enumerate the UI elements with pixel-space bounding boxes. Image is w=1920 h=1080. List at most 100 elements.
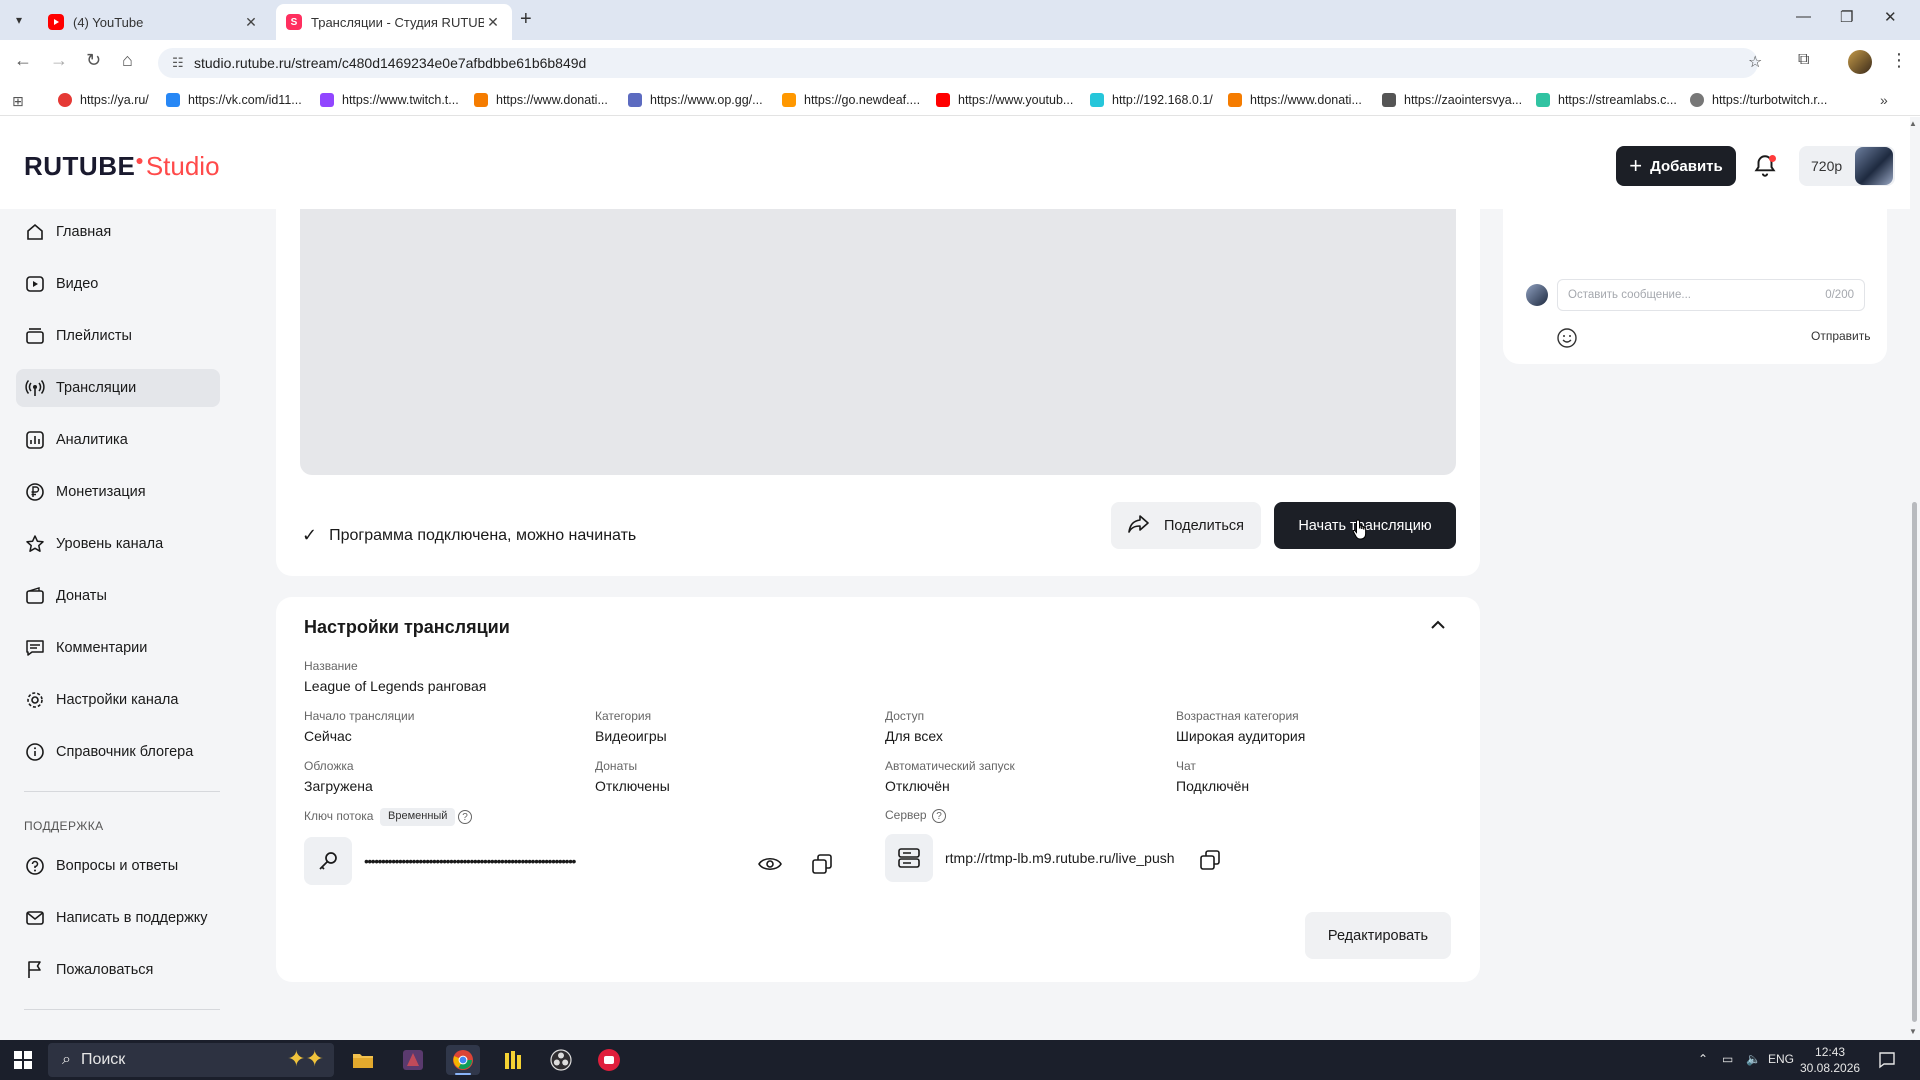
bookmarks-overflow-icon[interactable]: » <box>1880 92 1888 108</box>
bookmark-item[interactable]: https://streamlabs.c... <box>1536 93 1677 107</box>
quality-avatar-button[interactable]: 720p <box>1799 146 1895 186</box>
url-input[interactable]: ☷ studio.rutube.ru/stream/c480d1469234e0… <box>158 48 1758 78</box>
minimize-icon[interactable]: — <box>1796 8 1811 25</box>
sidebar-item-monetization[interactable]: Монетизация <box>16 473 220 511</box>
tab-title: (4) YouTube <box>73 14 144 30</box>
new-tab-button[interactable]: + <box>520 8 532 31</box>
restore-icon[interactable]: ❐ <box>1840 8 1853 26</box>
tab-search-chevron-icon[interactable]: ▾ <box>8 9 30 31</box>
bookmark-item[interactable]: https://www.op.gg/... <box>628 93 763 107</box>
apps-grid-icon[interactable]: ⊞ <box>12 93 24 110</box>
notification-center-icon[interactable] <box>1878 1051 1896 1074</box>
scroll-up-icon[interactable]: ▲ <box>1909 119 1917 128</box>
video-icon <box>24 273 46 295</box>
sidebar-item-report[interactable]: Пожаловаться <box>16 951 220 989</box>
help-icon[interactable]: ? <box>458 810 472 824</box>
bookmark-item[interactable]: http://192.168.0.1/ <box>1090 93 1213 107</box>
temporary-badge: Временный <box>380 808 456 826</box>
network-icon[interactable]: ▭ <box>1722 1052 1733 1066</box>
bookmark-item[interactable]: https://go.newdeaf.... <box>782 93 920 107</box>
sidebar-item-playlists[interactable]: Плейлисты <box>16 317 220 355</box>
obs-studio-icon[interactable] <box>544 1045 578 1075</box>
obs-bars-icon[interactable] <box>496 1045 530 1075</box>
sidebar-item-channel-level[interactable]: Уровень канала <box>16 525 220 563</box>
share-button[interactable]: Поделиться <box>1111 502 1261 549</box>
bookmark-favicon-icon <box>936 93 950 107</box>
sidebar-item-comments[interactable]: Комментарии <box>16 629 220 667</box>
copy-key-icon[interactable] <box>808 850 836 878</box>
rutube-studio-logo[interactable]: RUTUBE ● Studio <box>24 151 220 182</box>
scroll-down-icon[interactable]: ▼ <box>1909 1027 1917 1036</box>
site-settings-icon[interactable]: ☷ <box>172 55 184 71</box>
window-close-icon[interactable]: ✕ <box>1884 8 1897 26</box>
bookmark-item[interactable]: https://www.twitch.t... <box>320 93 459 107</box>
bookmarks-bar: ⊞ https://ya.ru/ https://vk.com/id11... … <box>0 86 1920 116</box>
scroll-thumb[interactable] <box>1912 502 1917 1022</box>
forward-icon[interactable]: → <box>50 50 68 71</box>
bookmark-favicon-icon <box>166 93 180 107</box>
chrome-icon[interactable] <box>446 1045 480 1075</box>
sidebar-item-home[interactable]: Главная <box>16 213 220 251</box>
tab-close-icon[interactable]: ✕ <box>484 14 502 31</box>
profile-avatar[interactable] <box>1848 50 1872 74</box>
bookmark-item[interactable]: https://zaointersvya... <box>1382 93 1522 107</box>
gear-icon <box>24 689 46 711</box>
language-indicator[interactable]: ENG <box>1768 1052 1794 1066</box>
copy-server-icon[interactable] <box>1196 846 1224 874</box>
url-text: studio.rutube.ru/stream/c480d1469234e0e7… <box>194 55 587 71</box>
red-app-icon[interactable] <box>592 1045 626 1075</box>
bookmark-item[interactable]: https://turbotwitch.r... <box>1690 93 1827 107</box>
sidebar-item-video[interactable]: Видео <box>16 265 220 303</box>
field-label-title: Название <box>304 659 358 673</box>
plus-icon: + <box>1629 153 1643 178</box>
sidebar-item-contact-support[interactable]: Написать в поддержку <box>16 899 220 937</box>
sidebar-item-broadcasts[interactable]: Трансляции <box>16 369 220 407</box>
add-button[interactable]: + Добавить <box>1616 146 1736 186</box>
back-icon[interactable]: ← <box>14 50 32 71</box>
taskbar-clock[interactable]: 12:43 30.08.2026 <box>1800 1044 1860 1076</box>
reload-icon[interactable]: ↻ <box>86 50 101 71</box>
chat-message-input[interactable]: Оставить сообщение... 0/200 <box>1557 279 1865 311</box>
field-value-title: League of Legends ранговая <box>304 678 487 694</box>
tab-youtube[interactable]: (4) YouTube ✕ <box>38 4 270 40</box>
bookmark-star-icon[interactable]: ☆ <box>1748 52 1762 72</box>
windows-start-icon[interactable] <box>14 1051 32 1074</box>
extensions-icon[interactable]: ⧉ <box>1798 51 1809 69</box>
ruble-icon <box>24 481 46 503</box>
sidebar-item-channel-settings[interactable]: Настройки канала <box>16 681 220 719</box>
bookmark-favicon-icon <box>1536 93 1550 107</box>
sidebar-item-blogger-guide[interactable]: Справочник блогера <box>16 733 220 771</box>
bookmark-item[interactable]: https://ya.ru/ <box>58 93 149 107</box>
tray-overflow-icon[interactable]: ⌃ <box>1698 1052 1708 1066</box>
settings-title: Настройки трансляции <box>304 617 510 637</box>
sidebar-item-donations[interactable]: Донаты <box>16 577 220 615</box>
collapse-chevron-icon[interactable] <box>1430 617 1446 635</box>
tab-close-icon[interactable]: ✕ <box>242 14 260 31</box>
bookmark-favicon-icon <box>474 93 488 107</box>
tab-rutube-studio[interactable]: S Трансляции - Студия RUTUBE ✕ <box>276 4 512 40</box>
field-label-start: Начало трансляции <box>304 709 415 723</box>
browser-menu-icon[interactable]: ⋮ <box>1890 50 1908 71</box>
hand-cursor-icon <box>1352 519 1370 546</box>
mail-icon <box>24 907 46 929</box>
wallet-icon <box>24 585 46 607</box>
home-icon[interactable]: ⌂ <box>122 50 133 71</box>
sidebar-item-faq[interactable]: Вопросы и ответы <box>16 847 220 885</box>
notifications-bell-icon[interactable] <box>1752 153 1778 179</box>
sparkle-icon: ✦✦ <box>287 1046 324 1071</box>
taskbar-search-input[interactable]: ⌕ Поиск ✦✦ <box>48 1043 334 1077</box>
sidebar-item-analytics[interactable]: Аналитика <box>16 421 220 459</box>
server-icon <box>885 834 933 882</box>
send-button[interactable]: Отправить <box>1811 329 1871 343</box>
bookmark-item[interactable]: https://www.donati... <box>474 93 608 107</box>
bookmark-item[interactable]: https://www.youtub... <box>936 93 1073 107</box>
emoji-icon[interactable] <box>1556 327 1578 354</box>
game-app-icon[interactable] <box>396 1045 430 1075</box>
show-key-eye-icon[interactable] <box>756 850 784 878</box>
volume-icon[interactable]: 🔈 <box>1746 1052 1761 1066</box>
bookmark-item[interactable]: https://www.donati... <box>1228 93 1362 107</box>
edit-button[interactable]: Редактировать <box>1305 912 1451 959</box>
file-explorer-icon[interactable] <box>346 1045 380 1075</box>
bookmark-item[interactable]: https://vk.com/id11... <box>166 93 302 107</box>
help-icon[interactable]: ? <box>932 809 946 823</box>
